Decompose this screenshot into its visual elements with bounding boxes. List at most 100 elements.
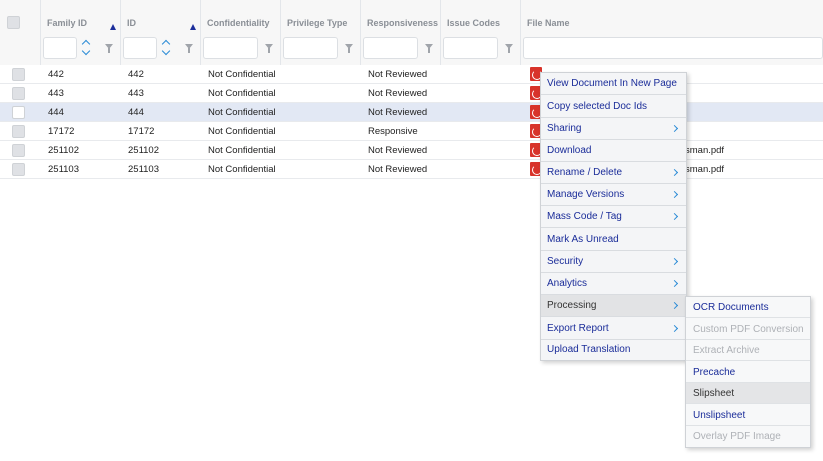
menu-item-view-document-in-new-page[interactable]: View Document In New Page xyxy=(541,73,686,95)
column-header-confidentiality[interactable]: Confidentiality xyxy=(207,18,270,28)
row-checkbox[interactable] xyxy=(12,106,25,119)
menu-item-label: Analytics xyxy=(547,278,588,289)
table-row[interactable]: 443 443 Not Confidential Not Reviewed xyxy=(0,84,823,103)
chevron-right-icon xyxy=(670,212,679,221)
row-checkbox[interactable] xyxy=(12,163,25,176)
menu-item-label: Rename / Delete xyxy=(547,167,623,178)
id-cell: 442 xyxy=(128,69,144,80)
menu-item-label: Mark As Unread xyxy=(547,234,619,245)
chevron-right-icon xyxy=(670,301,679,310)
column-header-id[interactable]: ID xyxy=(127,18,136,28)
menu-item-label: View Document In New Page xyxy=(547,78,677,89)
filter-icon[interactable] xyxy=(185,44,193,53)
menu-item-label: Copy selected Doc Ids xyxy=(547,101,648,112)
filter-icon[interactable] xyxy=(505,44,513,53)
responsiveness-cell: Not Reviewed xyxy=(368,145,428,156)
sort-asc-icon[interactable] xyxy=(110,24,116,30)
submenu-item-extract-archive: Extract Archive xyxy=(686,340,810,361)
id-cell: 17172 xyxy=(128,126,155,137)
table-row[interactable]: 17172 17172 Not Confidential Responsive xyxy=(0,122,823,141)
row-checkbox[interactable] xyxy=(12,87,25,100)
submenu-item-slipsheet[interactable]: Slipsheet xyxy=(686,383,810,404)
row-checkbox[interactable] xyxy=(12,125,25,138)
responsiveness-cell: Not Reviewed xyxy=(368,69,428,80)
menu-item-export-report[interactable]: Export Report xyxy=(541,318,686,340)
table-row[interactable]: 444 444 Not Confidential Not Reviewed xyxy=(0,103,823,122)
chevron-right-icon xyxy=(670,257,679,266)
menu-item-rename-delete[interactable]: Rename / Delete xyxy=(541,162,686,184)
file-name-filter-input[interactable] xyxy=(523,37,823,59)
submenu-item-overlay-pdf-image: Overlay PDF Image xyxy=(686,426,810,447)
id-filter-input[interactable] xyxy=(123,37,157,59)
select-all-checkbox[interactable] xyxy=(7,16,20,29)
chevron-right-icon xyxy=(670,124,679,133)
family-id-cell: 251103 xyxy=(48,164,79,175)
family-id-stepper[interactable] xyxy=(81,38,92,58)
submenu-item-precache[interactable]: Precache xyxy=(686,362,810,383)
filter-icon[interactable] xyxy=(425,44,433,53)
responsiveness-cell: Not Reviewed xyxy=(368,164,428,175)
row-checkbox[interactable] xyxy=(12,144,25,157)
id-cell: 444 xyxy=(128,107,144,118)
file-name-cell: sman.pdf xyxy=(685,164,725,175)
column-header-family-id[interactable]: Family ID xyxy=(47,18,87,28)
filter-icon[interactable] xyxy=(105,44,113,53)
context-menu: View Document In New Page Copy selected D… xyxy=(540,72,687,361)
chevron-down-icon[interactable] xyxy=(81,46,91,56)
menu-item-download[interactable]: Download xyxy=(541,140,686,162)
table-row[interactable]: 442 442 Not Confidential Not Reviewed xyxy=(0,65,823,84)
id-cell: 251103 xyxy=(128,164,159,175)
id-stepper[interactable] xyxy=(161,38,172,58)
submenu-item-label: Unslipsheet xyxy=(693,409,746,421)
family-id-cell: 17172 xyxy=(48,126,75,137)
family-id-cell: 251102 xyxy=(48,145,79,156)
menu-item-copy-selected-doc-ids[interactable]: Copy selected Doc Ids xyxy=(541,96,686,118)
row-checkbox[interactable] xyxy=(12,68,25,81)
menu-item-label: Upload Translation xyxy=(547,344,631,355)
chevron-right-icon xyxy=(670,190,679,199)
filter-icon[interactable] xyxy=(265,44,273,53)
submenu-item-label: Slipsheet xyxy=(693,388,735,399)
submenu-item-label: OCR Documents xyxy=(693,302,769,313)
confidentiality-cell: Not Confidential xyxy=(208,164,276,175)
table-row[interactable]: 251102 251102 Not Confidential Not Reviewed… xyxy=(0,141,823,160)
processing-submenu: OCR Documents Custom PDF Conversion Extrac… xyxy=(685,296,811,448)
menu-item-upload-translation[interactable]: Upload Translation xyxy=(541,339,686,361)
responsiveness-cell: Not Reviewed xyxy=(368,88,428,99)
submenu-item-unslipsheet[interactable]: Unslipsheet xyxy=(686,405,810,426)
table-row[interactable]: 251103 251103 Not Confidential Not Reviewed… xyxy=(0,160,823,179)
family-id-filter-input[interactable] xyxy=(43,37,77,59)
menu-item-manage-versions[interactable]: Manage Versions xyxy=(541,184,686,206)
menu-item-label: Download xyxy=(547,145,592,156)
sort-asc-icon[interactable] xyxy=(190,24,196,30)
responsiveness-filter-input[interactable] xyxy=(363,37,418,59)
menu-item-sharing[interactable]: Sharing xyxy=(541,118,686,140)
confidentiality-cell: Not Confidential xyxy=(208,88,276,99)
menu-item-mass-code-tag[interactable]: Mass Code / Tag xyxy=(541,206,686,228)
menu-item-label: Sharing xyxy=(547,123,582,134)
confidentiality-filter-input[interactable] xyxy=(203,37,258,59)
grid-header: Family ID ID Confidentiality Privilege T… xyxy=(0,0,823,66)
privilege-type-filter-input[interactable] xyxy=(283,37,338,59)
column-header-privilege-type[interactable]: Privilege Type xyxy=(287,18,347,28)
menu-item-analytics[interactable]: Analytics xyxy=(541,273,686,295)
column-header-file-name[interactable]: File Name xyxy=(527,18,570,28)
id-cell: 251102 xyxy=(128,145,159,156)
family-id-cell: 444 xyxy=(48,107,64,118)
submenu-item-label: Precache xyxy=(693,366,736,378)
submenu-item-label: Custom PDF Conversion xyxy=(693,323,804,335)
submenu-item-custom-pdf-conversion: Custom PDF Conversion xyxy=(686,319,810,340)
family-id-cell: 443 xyxy=(48,88,64,99)
issue-codes-filter-input[interactable] xyxy=(443,37,498,59)
menu-item-mark-as-unread[interactable]: Mark As Unread xyxy=(541,229,686,251)
filter-icon[interactable] xyxy=(345,44,353,53)
menu-item-processing[interactable]: Processing xyxy=(541,295,686,317)
submenu-item-ocr-documents[interactable]: OCR Documents xyxy=(686,297,810,318)
column-header-issue-codes[interactable]: Issue Codes xyxy=(447,18,500,28)
chevron-down-icon[interactable] xyxy=(161,46,171,56)
menu-item-label: Mass Code / Tag xyxy=(547,211,622,222)
column-header-responsiveness[interactable]: Responsiveness xyxy=(367,18,438,28)
menu-item-security[interactable]: Security xyxy=(541,251,686,273)
menu-item-label: Security xyxy=(547,256,584,267)
responsiveness-cell: Responsive xyxy=(368,126,418,137)
